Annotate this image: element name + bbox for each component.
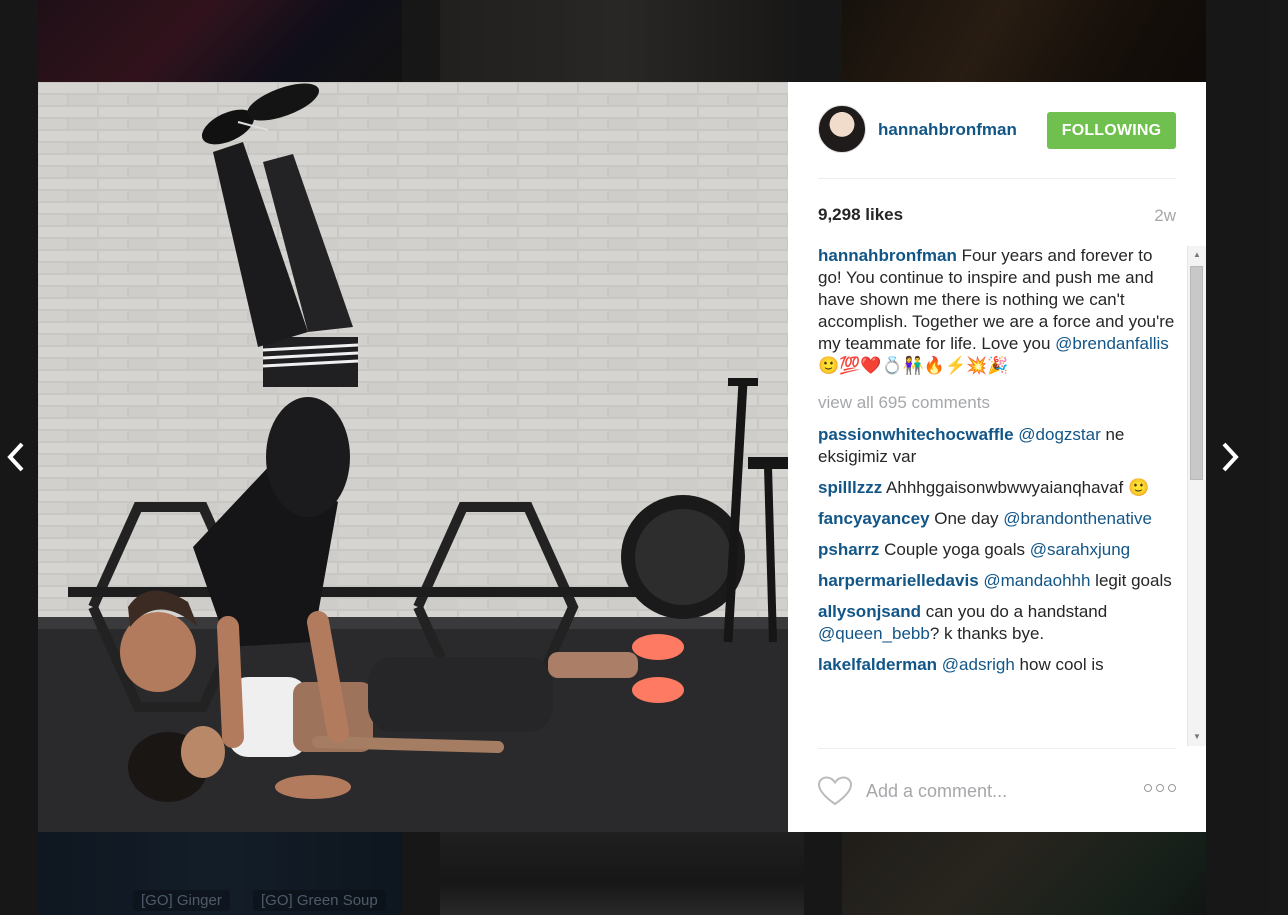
comment-username[interactable]: harpermarielledavis (818, 571, 979, 590)
mention-link[interactable]: @dogzstar (1018, 425, 1100, 444)
post-photo[interactable] (38, 82, 788, 832)
mention-link[interactable]: @queen_bebb (818, 624, 930, 643)
avatar[interactable] (818, 105, 866, 153)
chevron-right-icon (1222, 442, 1239, 472)
more-options-button[interactable] (1144, 784, 1176, 792)
dot-icon (1156, 784, 1164, 792)
caption-emojis: 🙂💯❤️💍👫🔥⚡💥🎉 (818, 356, 1009, 375)
list-item: lakelfalderman @adsrigh how cool is (818, 654, 1176, 676)
dot-icon (1144, 784, 1152, 792)
likes-number: 9,298 (818, 205, 861, 224)
comments-scrollbar[interactable]: ▲ ▼ (1187, 246, 1206, 746)
list-item: spilllzzz Ahhhggaisonwbwwyaianqhavaf 🙂 (818, 477, 1176, 499)
author-username[interactable]: hannahbronfman (878, 120, 1017, 140)
comment-text: Couple yoga goals (879, 540, 1030, 559)
comment-username[interactable]: passionwhitechocwaffle (818, 425, 1014, 444)
scroll-up-arrow-icon[interactable]: ▲ (1188, 246, 1206, 264)
view-all-comments-link[interactable]: view all 695 comments (818, 392, 1176, 414)
comment-text: how cool is (1014, 655, 1104, 674)
mention-link[interactable]: @brendanfallis (1055, 334, 1169, 353)
post-sidebar: hannahbronfman FOLLOWING 9,298 likes 2w … (788, 82, 1206, 832)
comment-username[interactable]: spilllzzz (818, 478, 882, 497)
post-header: hannahbronfman FOLLOWING (818, 102, 1176, 179)
comment-username[interactable]: psharrz (818, 540, 879, 559)
list-item: fancyayancey One day @brandonthenative (818, 508, 1176, 530)
list-item: allysonjsand can you do a handstand @que… (818, 601, 1176, 645)
post-timestamp[interactable]: 2w (1154, 206, 1176, 226)
caption-username[interactable]: hannahbronfman (818, 246, 957, 265)
scroll-down-arrow-icon[interactable]: ▼ (1188, 728, 1206, 746)
list-item: harpermarielledavis @mandaohhh legit goa… (818, 570, 1176, 592)
comment-footer (818, 748, 1176, 833)
comment-text: legit goals (1090, 571, 1172, 590)
list-item: passionwhitechocwaffle @dogzstar ne eksi… (818, 424, 1176, 468)
comments-list: hannahbronfman Four years and forever to… (818, 245, 1176, 747)
caption: hannahbronfman Four years and forever to… (818, 245, 1176, 377)
chevron-left-icon (7, 442, 24, 472)
mention-link[interactable]: @adsrigh (942, 655, 1015, 674)
likes-word: likes (865, 205, 904, 224)
mention-link[interactable]: @sarahxjung (1030, 540, 1130, 559)
previous-post-button[interactable] (0, 435, 32, 479)
list-item: psharrz Couple yoga goals @sarahxjung (818, 539, 1176, 561)
post-photo-image (38, 82, 788, 832)
comment-text: can you do a handstand (920, 602, 1108, 621)
comment-text: ? k thanks bye. (929, 624, 1045, 643)
comment-text: One day (929, 509, 1004, 528)
heart-icon[interactable] (818, 776, 852, 806)
next-post-button[interactable] (1214, 435, 1246, 479)
scroll-thumb[interactable] (1190, 266, 1203, 480)
mention-link[interactable]: @brandonthenative (1003, 509, 1152, 528)
add-comment-input[interactable] (864, 771, 1128, 811)
comment-username[interactable]: fancyayancey (818, 509, 930, 528)
mention-link[interactable]: @mandaohhh (983, 571, 1090, 590)
comment-text: Ahhhggaisonwbwwyaianqhavaf 🙂 (882, 478, 1150, 497)
post-modal: hannahbronfman FOLLOWING 9,298 likes 2w … (38, 82, 1206, 832)
likes-count[interactable]: 9,298 likes (818, 205, 903, 225)
dot-icon (1168, 784, 1176, 792)
comment-username[interactable]: lakelfalderman (818, 655, 937, 674)
comment-username[interactable]: allysonjsand (818, 602, 921, 621)
following-button[interactable]: FOLLOWING (1047, 112, 1176, 149)
